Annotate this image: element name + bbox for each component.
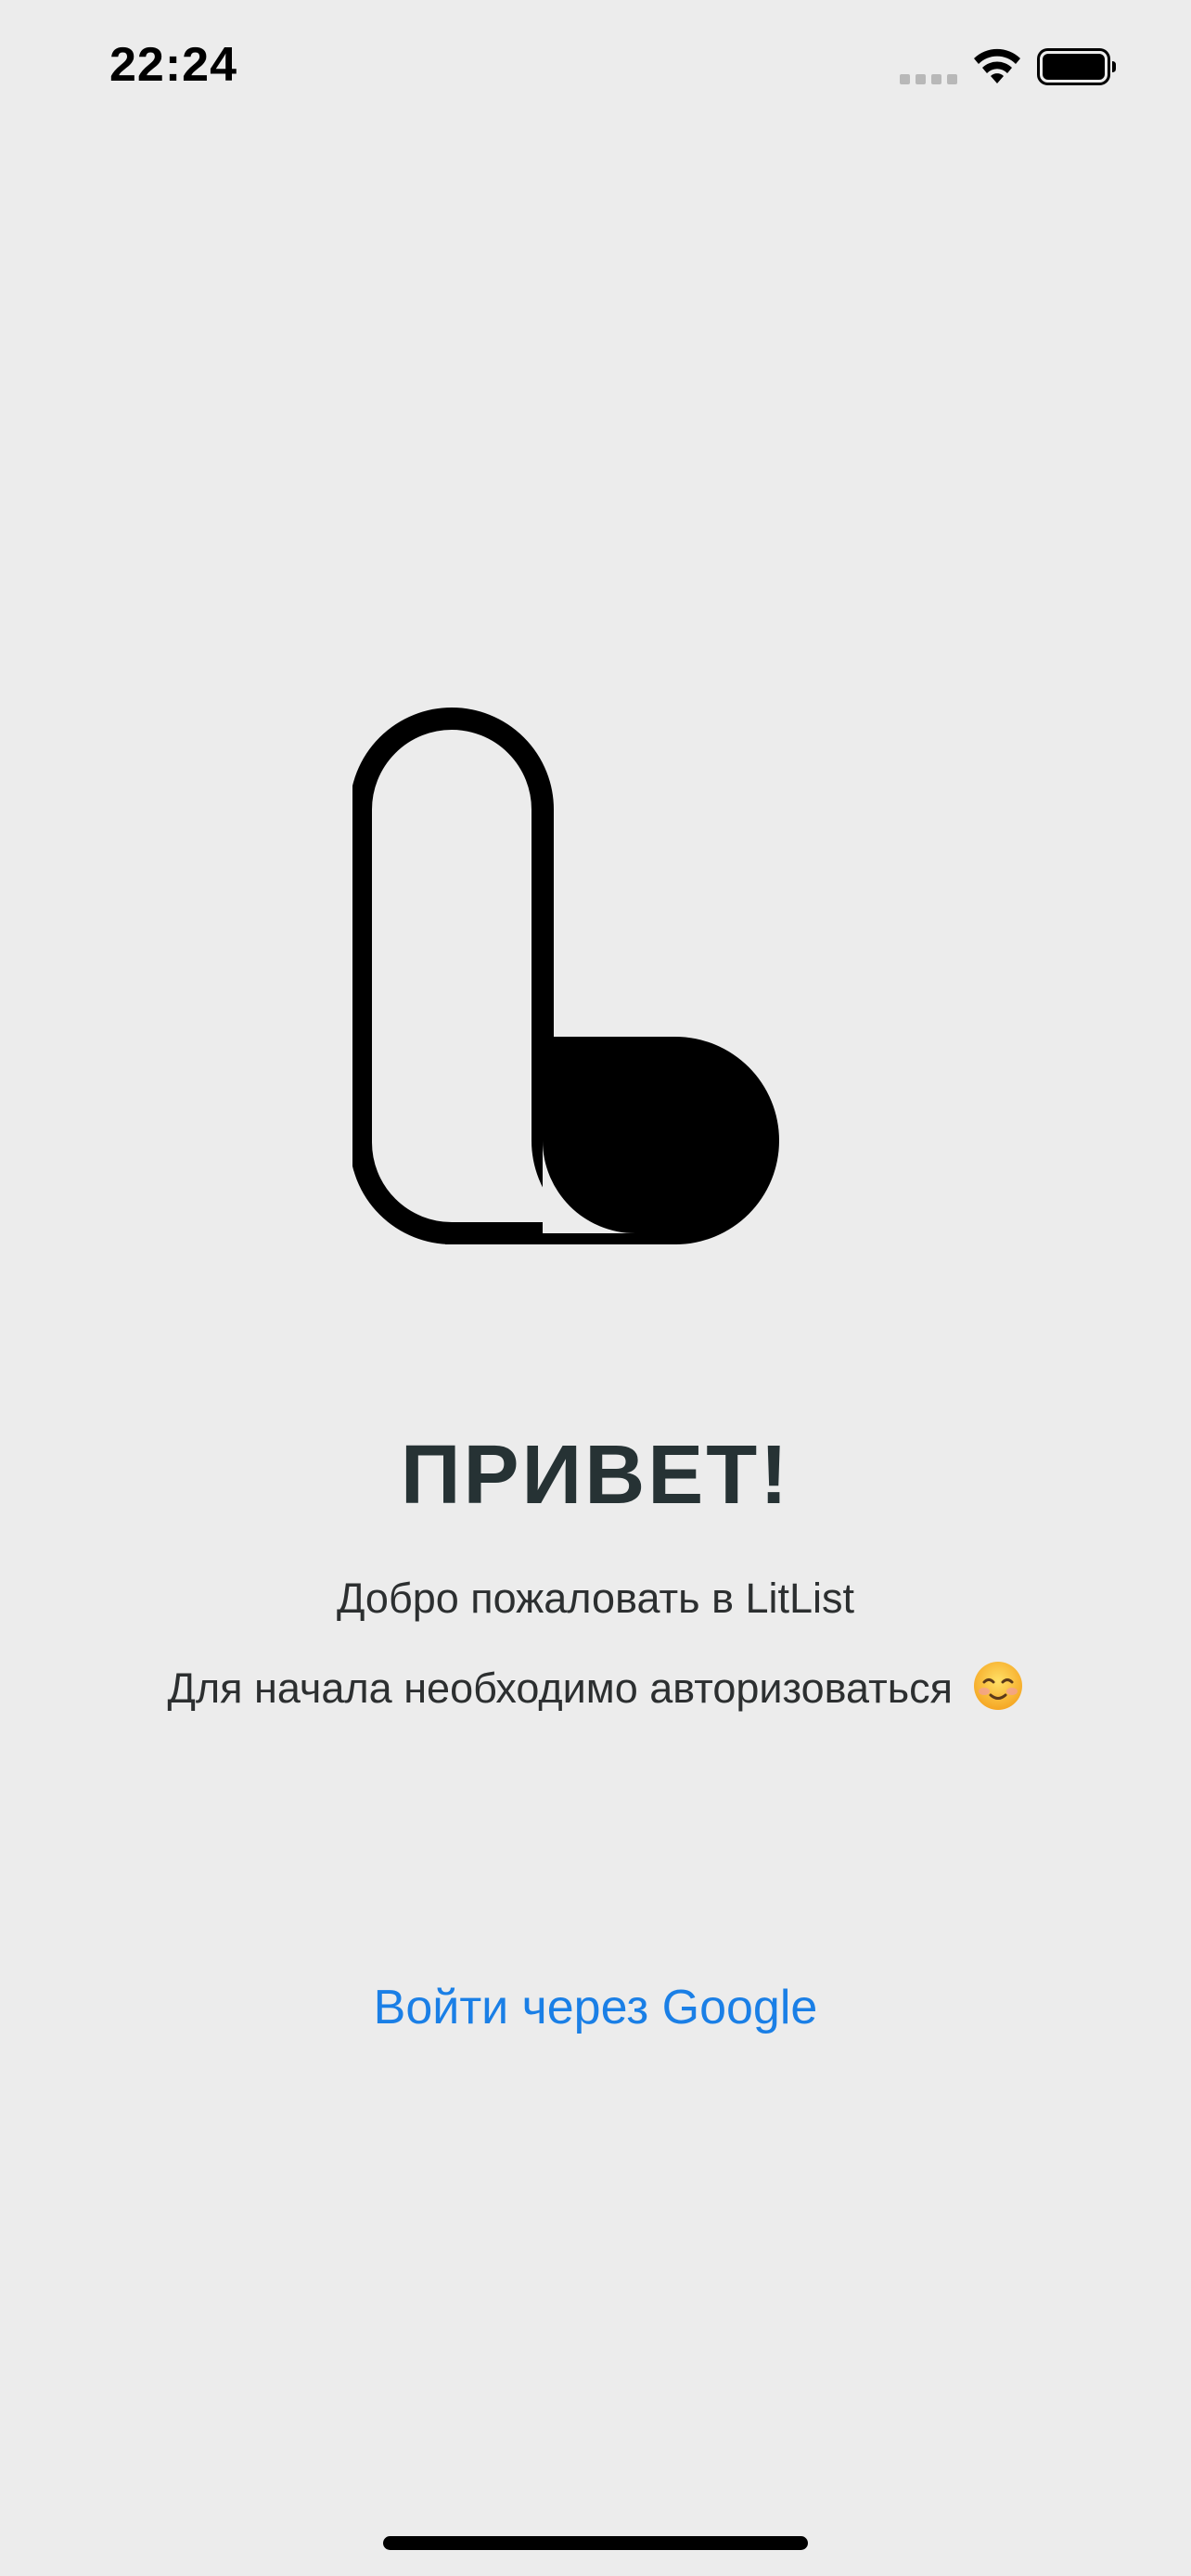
greeting-title: ПРИВЕТ! — [400, 1429, 791, 1522]
status-time: 22:24 — [109, 38, 237, 92]
welcome-text: Добро пожаловать в LitList — [336, 1575, 855, 1622]
signal-icon — [900, 74, 957, 84]
auth-prompt: Для начала необходимо авторизоваться — [0, 1662, 1191, 1717]
litlist-logo-icon — [352, 708, 779, 1244]
wifi-icon — [974, 48, 1020, 83]
home-indicator[interactable] — [383, 2536, 808, 2550]
auth-prompt-label: Для начала необходимо авторизоваться — [167, 1664, 954, 1712]
status-bar: 22:24 — [0, 0, 1191, 130]
smiling-face-icon — [973, 1662, 1022, 1711]
google-login-button[interactable]: Войти через Google — [315, 1966, 876, 2049]
battery-icon — [1037, 48, 1116, 85]
